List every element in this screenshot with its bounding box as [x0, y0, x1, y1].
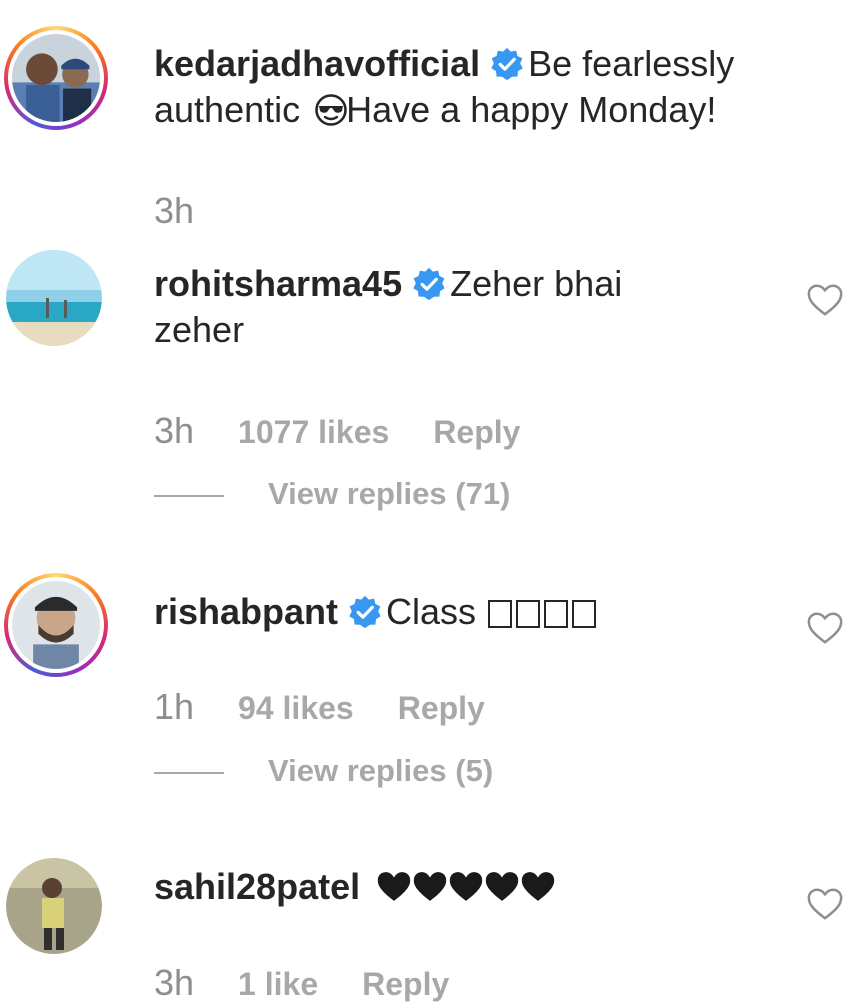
timestamp[interactable]: 3h — [154, 190, 194, 231]
timestamp[interactable]: 3h — [154, 410, 194, 451]
likes-count[interactable]: 1077 likes — [238, 414, 389, 450]
username[interactable]: rohitsharma45 — [154, 263, 402, 304]
comment-text: kedarjadhavofficial Be fearlessly authent… — [154, 41, 794, 133]
avatar[interactable] — [6, 858, 102, 954]
black-heart-icon — [484, 870, 520, 903]
verified-icon — [412, 267, 446, 301]
comment-body: Class — [386, 591, 477, 632]
missing-glyph-box — [488, 600, 513, 628]
likes-count[interactable]: 1 like — [238, 966, 318, 1002]
comment-text: rohitsharma45 Zeher bhai zeher — [154, 261, 794, 353]
comment-body-line2: authentic — [154, 89, 301, 130]
missing-glyph-box — [544, 600, 569, 628]
verified-icon — [490, 47, 524, 81]
comment-body: Be fearlessly — [528, 43, 735, 84]
reply-button[interactable]: Reply — [398, 690, 485, 726]
username[interactable]: rishabpant — [154, 591, 338, 632]
replies-divider — [154, 494, 224, 497]
comment-body: Zeher bhai — [450, 263, 623, 304]
comment-text: rishabpant Class — [154, 589, 794, 635]
missing-glyph-box-group — [486, 591, 598, 632]
reply-button[interactable]: Reply — [362, 966, 449, 1002]
avatar[interactable] — [4, 573, 108, 677]
avatar[interactable] — [4, 26, 108, 130]
username[interactable]: sahil28patel — [154, 866, 360, 907]
comment-meta: 1h 94 likes Reply — [154, 686, 529, 728]
comment-meta: 3h 1 like Reply — [154, 962, 493, 1004]
timestamp[interactable]: 1h — [154, 686, 194, 727]
like-heart-icon[interactable] — [806, 610, 844, 646]
comment-body-line2b: Have a happy Monday! — [346, 89, 717, 130]
profile-photo — [12, 34, 100, 122]
likes-count[interactable]: 94 likes — [238, 690, 354, 726]
avatar[interactable] — [6, 250, 102, 346]
comment-body-line2: zeher — [154, 309, 245, 350]
comment-meta: 3h 1077 likes Reply — [154, 410, 564, 452]
view-replies-label[interactable]: View replies (71) — [268, 476, 510, 511]
username[interactable]: kedarjadhavofficial — [154, 43, 480, 84]
profile-photo — [12, 581, 100, 669]
comment-meta: 3h — [154, 190, 238, 232]
view-replies-label[interactable]: View replies (5) — [268, 753, 493, 788]
black-heart-icon — [448, 870, 484, 903]
black-heart-icon — [520, 870, 556, 903]
like-heart-icon[interactable] — [806, 282, 844, 318]
profile-photo — [6, 250, 102, 346]
view-replies[interactable]: View replies (71) — [154, 476, 510, 512]
profile-photo — [6, 858, 102, 954]
black-heart-icon — [376, 870, 412, 903]
replies-divider — [154, 771, 224, 774]
black-hearts — [376, 866, 556, 907]
black-heart-icon — [412, 870, 448, 903]
missing-glyph-box — [572, 600, 597, 628]
comment-text: sahil28patel — [154, 864, 794, 910]
timestamp[interactable]: 3h — [154, 962, 194, 1003]
like-heart-icon[interactable] — [806, 886, 844, 922]
sunglasses-emoji-icon — [315, 94, 347, 126]
reply-button[interactable]: Reply — [433, 414, 520, 450]
missing-glyph-box — [516, 600, 541, 628]
view-replies[interactable]: View replies (5) — [154, 753, 493, 789]
verified-icon — [348, 595, 382, 629]
